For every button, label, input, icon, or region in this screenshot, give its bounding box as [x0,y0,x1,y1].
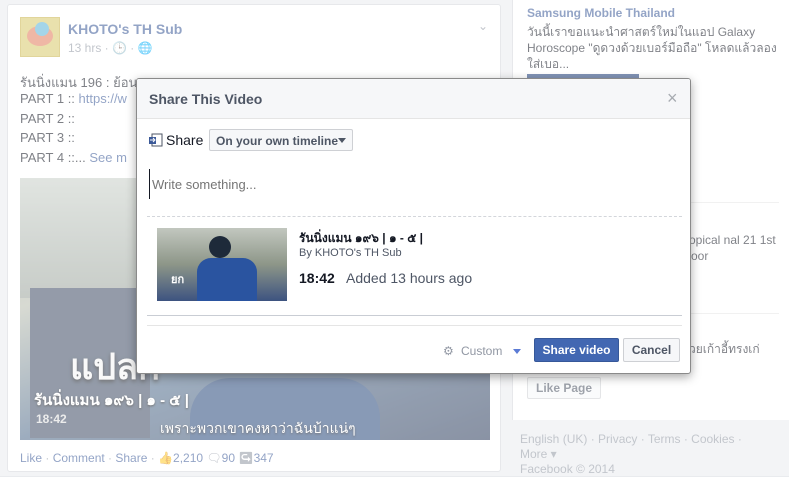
shared-video-duration: 18:42 [299,270,335,286]
share-icon [149,133,163,147]
share-message-input[interactable] [149,169,682,199]
dialog-header: Share This Video × [137,79,690,119]
share-target-value: On your own timeline [216,134,339,148]
divider [147,315,682,316]
chevron-down-icon[interactable] [513,349,521,354]
close-icon[interactable]: × [667,88,678,109]
divider [147,325,682,326]
share-label: Share [166,132,204,148]
thumbnail-text: ยก [171,274,185,286]
gear-icon: ⚙ [443,344,454,358]
share-video-button[interactable]: Share video [534,338,619,362]
chevron-down-icon [338,138,346,143]
dialog-title: Share This Video [149,91,263,107]
privacy-selector[interactable]: Custom [461,344,502,358]
share-target-dropdown[interactable]: On your own timeline [209,129,353,151]
shared-video-author: By KHOTO's TH Sub [299,247,402,259]
cancel-button[interactable]: Cancel [623,338,680,362]
video-thumbnail[interactable]: ยก [157,228,287,301]
divider [147,216,682,217]
shared-video-added: Added 13 hours ago [346,270,473,286]
shared-video-title: รันนิ่งแมน ๑๙๖ | ๑ - ๕ | [299,231,423,245]
share-dialog: Share This Video × Share On your own tim… [136,78,691,374]
